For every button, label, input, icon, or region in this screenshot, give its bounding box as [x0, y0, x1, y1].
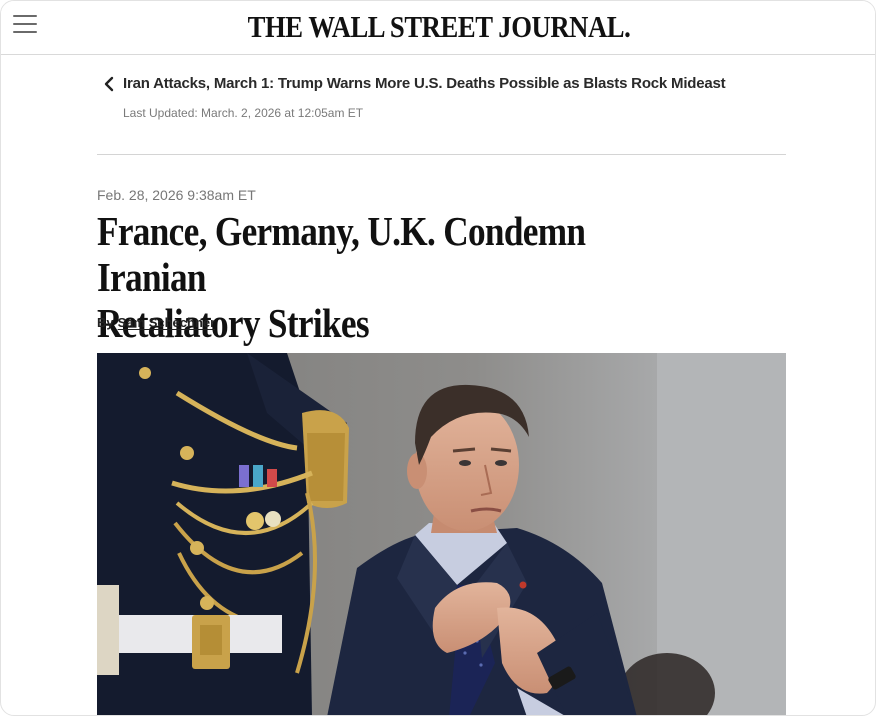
hamburger-menu-icon[interactable]: [13, 13, 39, 35]
last-updated-timestamp: Last Updated: March. 2, 2026 at 12:05am …: [123, 106, 364, 120]
parent-story-link[interactable]: Iran Attacks, March 1: Trump Warns More …: [103, 75, 803, 92]
chevron-left-icon: [104, 76, 114, 91]
top-navigation-bar: THE WALL STREET JOURNAL.: [1, 1, 875, 55]
byline-label: By: [97, 315, 114, 330]
article-hero-photo: [97, 353, 786, 715]
masthead-logo[interactable]: THE WALL STREET JOURNAL.: [62, 9, 815, 45]
hero-photo-illustration: [97, 353, 786, 715]
section-divider: [97, 154, 786, 155]
article-page: THE WALL STREET JOURNAL. Iran Attacks, M…: [0, 0, 876, 716]
parent-story-title: Iran Attacks, March 1: Trump Warns More …: [123, 75, 726, 92]
byline: By Sam Schechner: [97, 315, 215, 330]
author-link[interactable]: Sam Schechner: [118, 315, 216, 330]
headline-line-1: France, Germany, U.K. Condemn Iranian: [97, 208, 586, 300]
article-timestamp: Feb. 28, 2026 9:38am ET: [97, 187, 256, 203]
